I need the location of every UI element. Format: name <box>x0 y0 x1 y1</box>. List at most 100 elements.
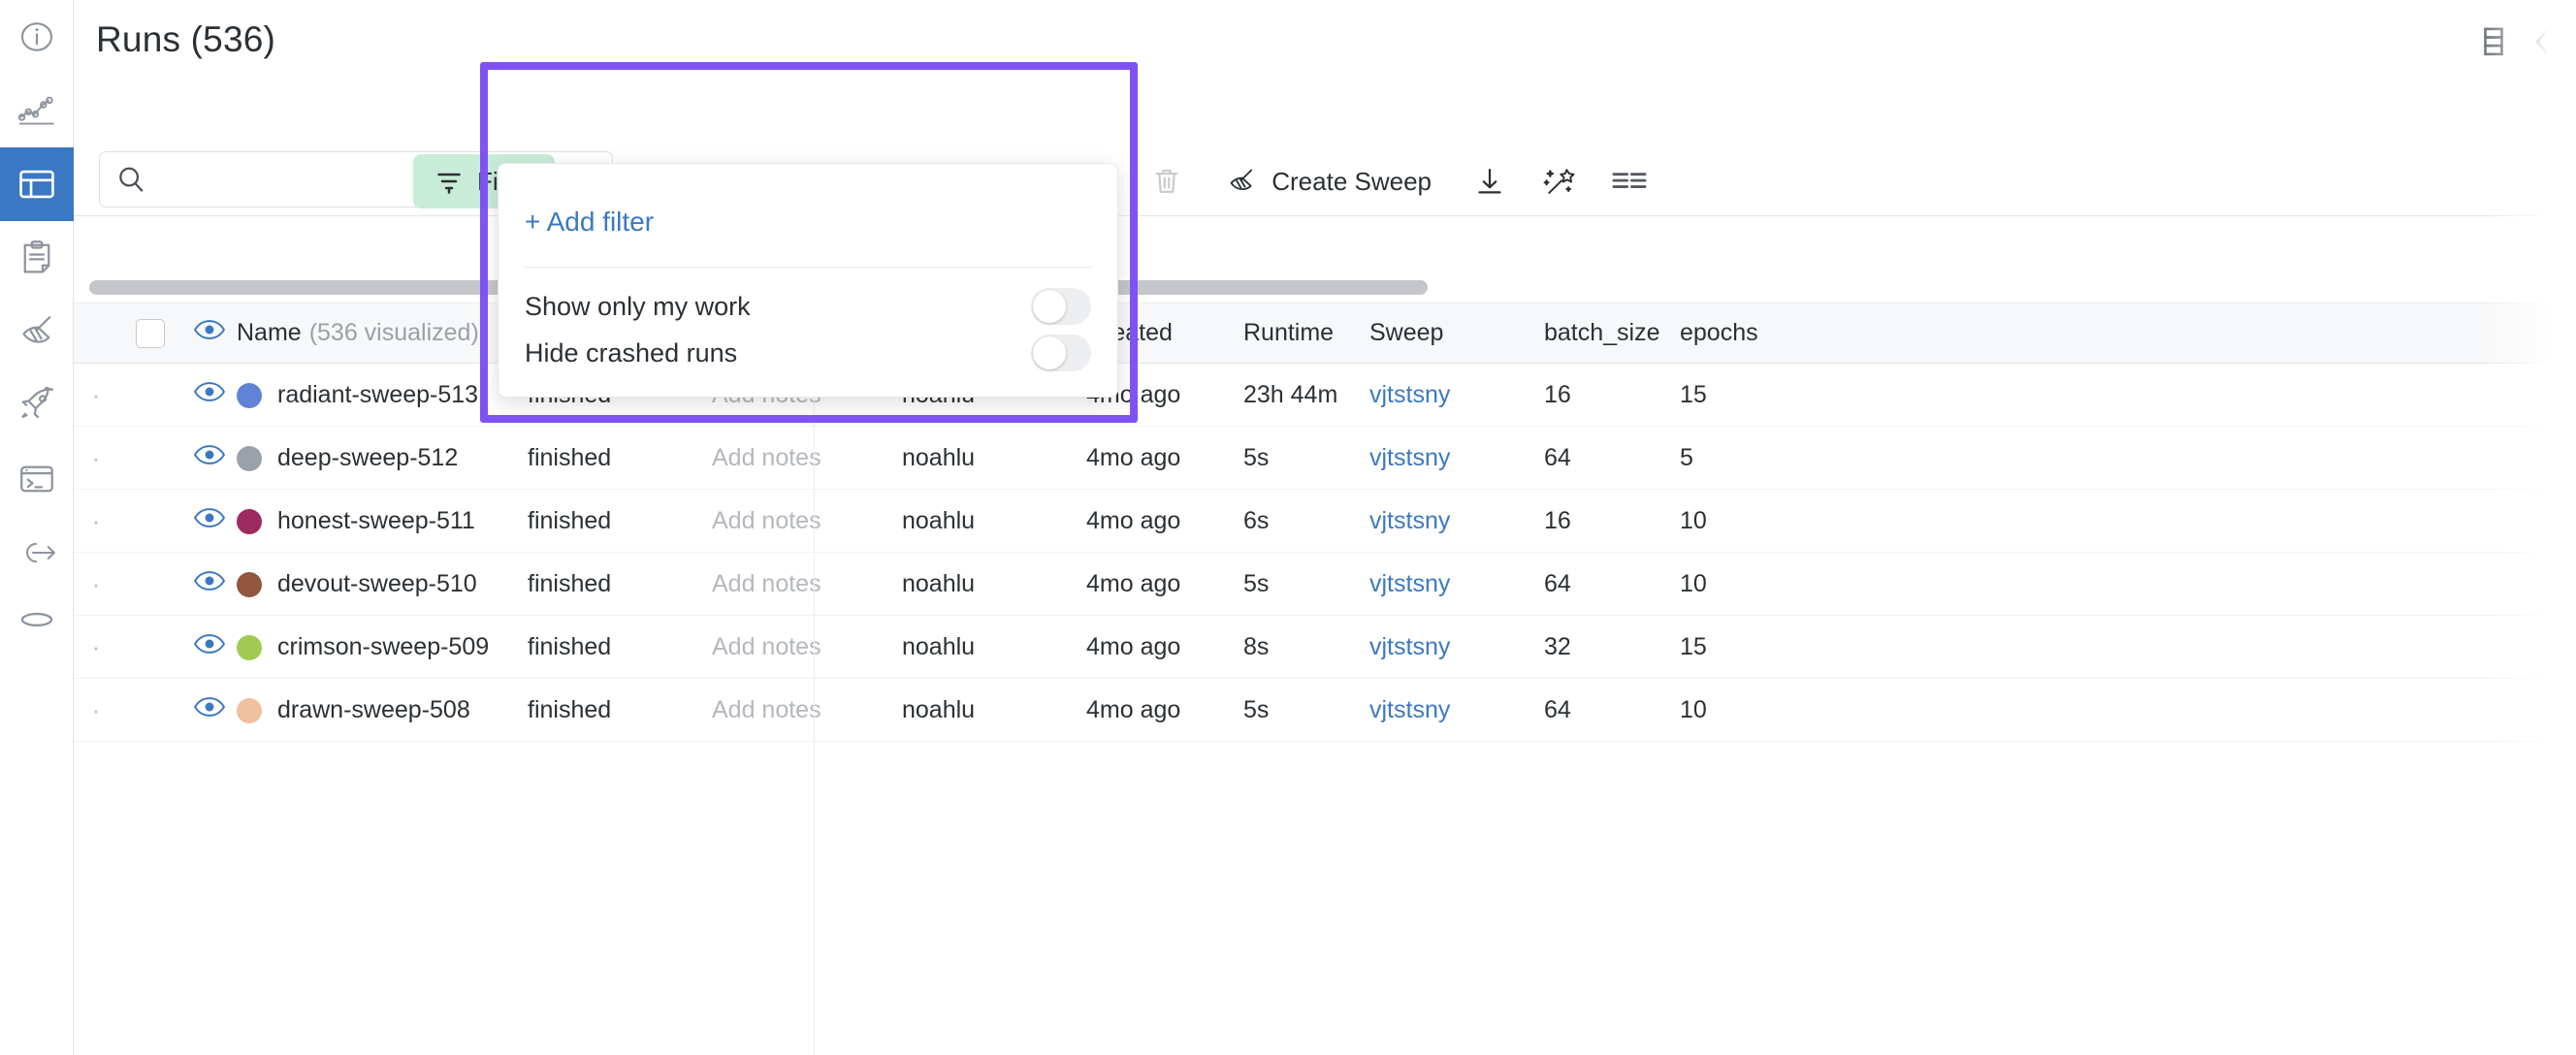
drag-handle[interactable]: · <box>74 427 118 490</box>
row-visibility-toggle[interactable] <box>182 679 237 742</box>
select-all-checkbox-cell[interactable] <box>118 304 182 363</box>
sidebar-item-launch[interactable] <box>0 368 74 442</box>
run-notes-cell[interactable]: Add notes <box>712 427 902 490</box>
run-sweep-cell[interactable]: vjtstsny <box>1369 616 1544 679</box>
row-checkbox-cell[interactable] <box>118 364 182 427</box>
column-header-runtime[interactable]: Runtime <box>1243 304 1369 363</box>
chevron-left-icon[interactable] <box>2529 25 2555 58</box>
run-name-label[interactable]: crimson-sweep-509 <box>277 633 489 661</box>
eye-icon[interactable] <box>193 505 226 537</box>
run-name-label[interactable]: honest-sweep-511 <box>277 507 475 535</box>
columns-button[interactable] <box>1596 154 1662 208</box>
eye-icon[interactable] <box>193 631 226 663</box>
column-header-sweep[interactable]: Sweep <box>1369 304 1544 363</box>
table-row[interactable]: ·deep-sweep-512finishedAdd notesnoahlu4m… <box>74 427 2576 490</box>
drag-handle[interactable]: · <box>74 679 118 742</box>
drag-handle[interactable]: · <box>74 553 118 616</box>
row-checkbox-cell[interactable] <box>118 616 182 679</box>
search-icon <box>115 164 146 195</box>
eye-icon[interactable] <box>193 442 226 474</box>
row-checkbox-cell[interactable] <box>118 553 182 616</box>
run-notes-cell[interactable]: Add notes <box>712 679 902 742</box>
run-name-cell[interactable]: crimson-sweep-509 <box>237 616 528 679</box>
column-header-name[interactable]: Name (536 visualized) <box>237 304 528 363</box>
drag-handle[interactable]: · <box>74 616 118 679</box>
column-header-epochs[interactable]: epochs <box>1680 304 1796 363</box>
run-name-cell[interactable]: honest-sweep-511 <box>237 490 528 553</box>
table-row[interactable]: ·devout-sweep-510finishedAdd notesnoahlu… <box>74 553 2576 616</box>
run-name-cell[interactable]: devout-sweep-510 <box>237 553 528 616</box>
eye-icon[interactable] <box>193 568 226 600</box>
run-sweep-cell[interactable]: vjtstsny <box>1369 679 1544 742</box>
run-name-label[interactable]: drawn-sweep-508 <box>277 696 470 724</box>
hide-crashed-runs-toggle[interactable] <box>1031 335 1091 371</box>
horizontal-scrollbar[interactable] <box>81 277 2576 299</box>
drag-handle[interactable]: · <box>74 364 118 427</box>
delete-button[interactable] <box>1134 154 1200 208</box>
magic-button[interactable] <box>1527 154 1593 208</box>
sweep-link[interactable]: vjtstsny <box>1369 444 1450 472</box>
table-row[interactable]: ·crimson-sweep-509finishedAdd notesnoahl… <box>74 616 2576 679</box>
run-state-cell: finished <box>528 553 712 616</box>
eye-icon[interactable] <box>193 694 226 726</box>
run-created-cell: 4mo ago <box>1086 427 1243 490</box>
filter-option-show-only-my-work[interactable]: Show only my work <box>525 284 1091 329</box>
filter-icon <box>435 167 464 196</box>
show-only-my-work-toggle[interactable] <box>1031 288 1091 325</box>
columns-settings-icon <box>1611 167 1648 196</box>
run-name-label[interactable]: devout-sweep-510 <box>277 570 477 598</box>
row-separator <box>74 741 2576 742</box>
sweep-link[interactable]: vjtstsny <box>1369 570 1450 598</box>
eye-icon[interactable] <box>193 317 226 349</box>
run-color-dot <box>237 446 262 471</box>
select-all-checkbox[interactable] <box>136 319 165 348</box>
run-notes-cell[interactable]: Add notes <box>712 553 902 616</box>
table-row[interactable]: ·drawn-sweep-508finishedAdd notesnoahlu4… <box>74 679 2576 742</box>
sidebar-item-sweeps[interactable] <box>0 295 74 368</box>
row-checkbox-cell[interactable] <box>118 679 182 742</box>
sweep-link[interactable]: vjtstsny <box>1369 381 1450 409</box>
run-name-cell[interactable]: radiant-sweep-513 <box>237 364 528 427</box>
row-checkbox-cell[interactable] <box>118 427 182 490</box>
eye-icon[interactable] <box>193 379 226 411</box>
row-visibility-toggle[interactable] <box>182 427 237 490</box>
add-filter-button[interactable]: + Add filter <box>525 207 654 238</box>
sweep-link[interactable]: vjtstsny <box>1369 633 1450 661</box>
sidebar-item-automations[interactable] <box>0 516 74 590</box>
table-row[interactable]: ·radiant-sweep-513finishedAdd notesnoahl… <box>74 364 2576 427</box>
run-sweep-cell[interactable]: vjtstsny <box>1369 490 1544 553</box>
row-visibility-toggle[interactable] <box>182 553 237 616</box>
run-sweep-cell[interactable]: vjtstsny <box>1369 553 1544 616</box>
column-header-batch-size[interactable]: batch_size <box>1544 304 1680 363</box>
sidebar-item-reports[interactable] <box>0 221 74 295</box>
row-visibility-toggle[interactable] <box>182 490 237 553</box>
run-name-label[interactable]: radiant-sweep-513 <box>277 381 478 409</box>
table-row[interactable]: ·honest-sweep-511finishedAdd notesnoahlu… <box>74 490 2576 553</box>
create-sweep-button[interactable]: Create Sweep <box>1204 154 1453 208</box>
run-notes-cell[interactable]: Add notes <box>712 490 902 553</box>
drag-handle[interactable]: · <box>74 490 118 553</box>
run-sweep-cell[interactable]: vjtstsny <box>1369 364 1544 427</box>
export-button[interactable] <box>1457 154 1523 208</box>
sidebar-item-workspace[interactable] <box>0 74 74 147</box>
row-checkbox-cell[interactable] <box>118 490 182 553</box>
run-sweep-cell[interactable]: vjtstsny <box>1369 427 1544 490</box>
sidebar-item-jobs[interactable] <box>0 442 74 516</box>
sidebar-item-runs[interactable] <box>0 147 74 221</box>
sidebar-item-overview[interactable] <box>0 0 74 74</box>
visibility-header-cell[interactable] <box>182 304 237 363</box>
run-notes-cell[interactable]: Add notes <box>712 616 902 679</box>
run-name-cell[interactable]: deep-sweep-512 <box>237 427 528 490</box>
row-visibility-toggle[interactable] <box>182 364 237 427</box>
sweep-link[interactable]: vjtstsny <box>1369 507 1450 535</box>
panel-layout-icon[interactable] <box>2481 25 2506 58</box>
run-name-label[interactable]: deep-sweep-512 <box>277 444 458 472</box>
run-name-cell[interactable]: drawn-sweep-508 <box>237 679 528 742</box>
broom-icon <box>16 310 58 353</box>
row-visibility-toggle[interactable] <box>182 616 237 679</box>
sweep-link[interactable]: vjtstsny <box>1369 696 1450 724</box>
run-epochs-cell: 10 <box>1680 679 1796 742</box>
sidebar-item-artifacts[interactable] <box>0 590 74 663</box>
filter-option-hide-crashed-runs[interactable]: Hide crashed runs <box>525 331 1091 375</box>
table-header-row: Name (536 visualized) State Notes User C… <box>74 304 2576 364</box>
